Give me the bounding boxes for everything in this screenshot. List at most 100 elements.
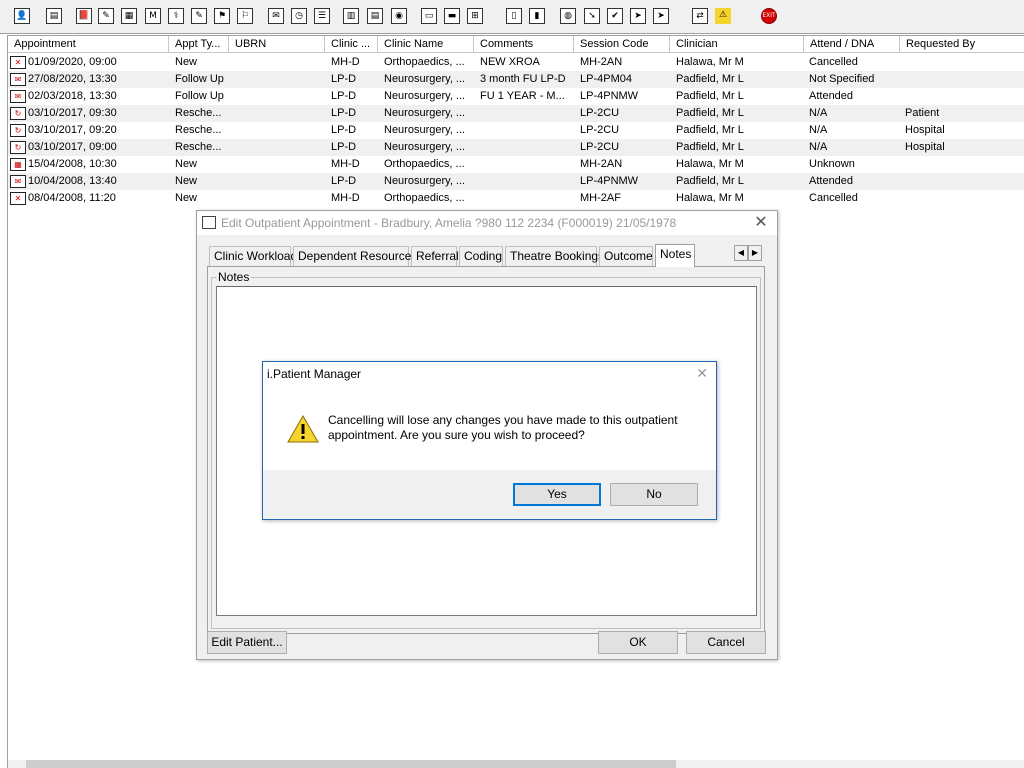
bars-button[interactable]: ▮ [527,6,547,26]
appointment-status-icon: ↻ [10,107,26,120]
warning-icon: ⚠ [715,8,731,24]
warning-button[interactable]: ⚠ [713,6,733,26]
table-row[interactable]: ↻ 03/10/2017, 09:20 Resche... LP-D Neurosurg… [8,122,1024,139]
column-header[interactable]: Requested By [900,36,1024,53]
green-arrow-back-icon: ➤ [653,8,669,24]
document-edit-button[interactable]: ✎ [189,6,209,26]
table-row[interactable]: ✕ 08/04/2008, 11:20 New MH-D Orthopaedics, .… [8,190,1024,207]
tab-referral[interactable]: Referral [411,246,459,266]
book-edit-button[interactable]: ✎ [96,6,116,26]
globe-button[interactable]: ◍ [558,6,578,26]
cell-type: Resche... [175,124,222,136]
bed-icon: ▬ [444,8,460,24]
cell-attend: Not Specified [809,73,875,85]
column-header[interactable]: UBRN [229,36,325,53]
cell-session: MH-2AN [580,158,623,170]
column-header[interactable]: Attend / DNA [804,36,900,53]
tab-clinic-workload[interactable]: Clinic Workload [209,246,297,266]
records-icon: ▦ [121,8,137,24]
tab-coding[interactable]: Coding [459,246,503,266]
print-button[interactable]: ▤ [44,6,64,26]
cell-clinic: MH-D [331,158,360,170]
tab-dependent-resources[interactable]: Dependent Resources [293,246,417,266]
cell-clinician: Padfield, Mr L [676,141,744,153]
cell-type: New [175,192,198,204]
edit-dialog-title: Edit Outpatient Appointment - Bradbury, … [221,216,677,230]
column-header[interactable]: Appt Ty... [169,36,229,53]
check-doc-icon: ✔ [607,8,623,24]
cell-type: Resche... [175,107,222,119]
cell-clinic-name: Neurosurgery, ... [384,141,466,153]
column-header[interactable]: Appointment [8,36,169,53]
table-row[interactable]: ✉ 10/04/2008, 13:40 New LP-D Neurosurgery, .… [8,173,1024,190]
envelope-button[interactable]: ✉ [266,6,286,26]
green-arrow-button[interactable]: ➤ [628,6,648,26]
table-row[interactable]: ✕ 01/09/2020, 09:00 New MH-D Orthopaedics, .… [8,54,1024,71]
appointment-status-icon: ✉ [10,175,26,188]
tab-scroll-left-icon[interactable]: ◀ [734,245,748,261]
arrow-doc-button[interactable]: ➘ [582,6,602,26]
check-doc-button[interactable]: ✔ [605,6,625,26]
no-button[interactable]: No [610,483,698,506]
letter-m-button[interactable]: M [143,6,163,26]
cell-type: New [175,158,198,170]
bed-button[interactable]: ▬ [442,6,462,26]
patient-button[interactable]: 👤 [12,6,32,26]
close-icon[interactable]: ✕ [751,213,771,233]
stop-button[interactable]: ◉ [389,6,409,26]
referral-button[interactable]: ⚐ [235,6,255,26]
swap-button[interactable]: ⇄ [690,6,710,26]
list-button[interactable]: ☰ [312,6,332,26]
table-row[interactable]: ✉ 02/03/2018, 13:30 Follow Up LP-D Neurosurg… [8,88,1024,105]
column-header[interactable]: Comments [474,36,574,53]
cell-appointment: 10/04/2008, 13:40 [28,175,117,187]
chart-button[interactable]: ▥ [341,6,361,26]
column-header[interactable]: Clinician [670,36,804,53]
cell-appointment: 27/08/2020, 13:30 [28,73,117,85]
cell-appointment: 03/10/2017, 09:30 [28,107,117,119]
cell-requested: Patient [905,107,940,119]
referral-icon: ⚐ [237,8,253,24]
green-arrow-back-button[interactable]: ➤ [651,6,671,26]
cell-session: LP-2CU [580,107,620,119]
table-row[interactable]: ↻ 03/10/2017, 09:30 Resche... LP-D Neurosurg… [8,105,1024,122]
table-row[interactable]: ▦ 15/04/2008, 10:30 New MH-D Orthopaedics, .… [8,156,1024,173]
exit-button[interactable]: EXIT [759,6,779,26]
clipboard-button[interactable]: ▭ [419,6,439,26]
cell-clinic: MH-D [331,192,360,204]
page-button[interactable]: ▯ [504,6,524,26]
green-arrow-icon: ➤ [630,8,646,24]
cell-clinician: Padfield, Mr L [676,73,744,85]
clock-button[interactable]: ◷ [289,6,309,26]
appointment-status-icon: ✕ [10,192,26,205]
tab-notes[interactable]: Notes [655,244,695,267]
cancel-button[interactable]: Cancel [686,631,766,654]
notes-button[interactable]: ▤ [365,6,385,26]
table-row[interactable]: ✉ 27/08/2020, 13:30 Follow Up LP-D Neurosurg… [8,71,1024,88]
column-header[interactable]: Clinic ... [325,36,378,53]
tab-outcome[interactable]: Outcome [599,246,653,266]
column-header[interactable]: Session Code [574,36,670,53]
close-icon[interactable]: ✕ [696,365,708,382]
yes-button[interactable]: Yes [513,483,601,506]
doctor-button[interactable]: ⚕ [166,6,186,26]
flag-button[interactable]: ⚑ [212,6,232,26]
records-button[interactable]: ▦ [119,6,139,26]
cell-session: MH-2AN [580,56,623,68]
cell-clinician: Halawa, Mr M [676,56,744,68]
edit-patient-button[interactable]: Edit Patient... [207,631,287,654]
tab-scroll-right-icon[interactable]: ▶ [748,245,762,261]
ward-button[interactable]: ⊞ [465,6,485,26]
table-row[interactable]: ↻ 03/10/2017, 09:00 Resche... LP-D Neurosurg… [8,139,1024,156]
ok-button[interactable]: OK [598,631,678,654]
tab-theatre-bookings[interactable]: Theatre Bookings [505,246,604,266]
scrollbar-thumb[interactable] [26,760,676,768]
edit-dialog-titlebar: Edit Outpatient Appointment - Bradbury, … [197,211,777,235]
column-header[interactable]: Clinic Name [378,36,474,53]
cell-appointment: 02/03/2018, 13:30 [28,90,117,102]
clipboard-icon: ▭ [421,8,437,24]
horizontal-scrollbar[interactable] [8,760,1024,768]
cell-clinic: MH-D [331,56,360,68]
cell-type: Follow Up [175,73,224,85]
book-button[interactable]: 📕 [74,6,94,26]
